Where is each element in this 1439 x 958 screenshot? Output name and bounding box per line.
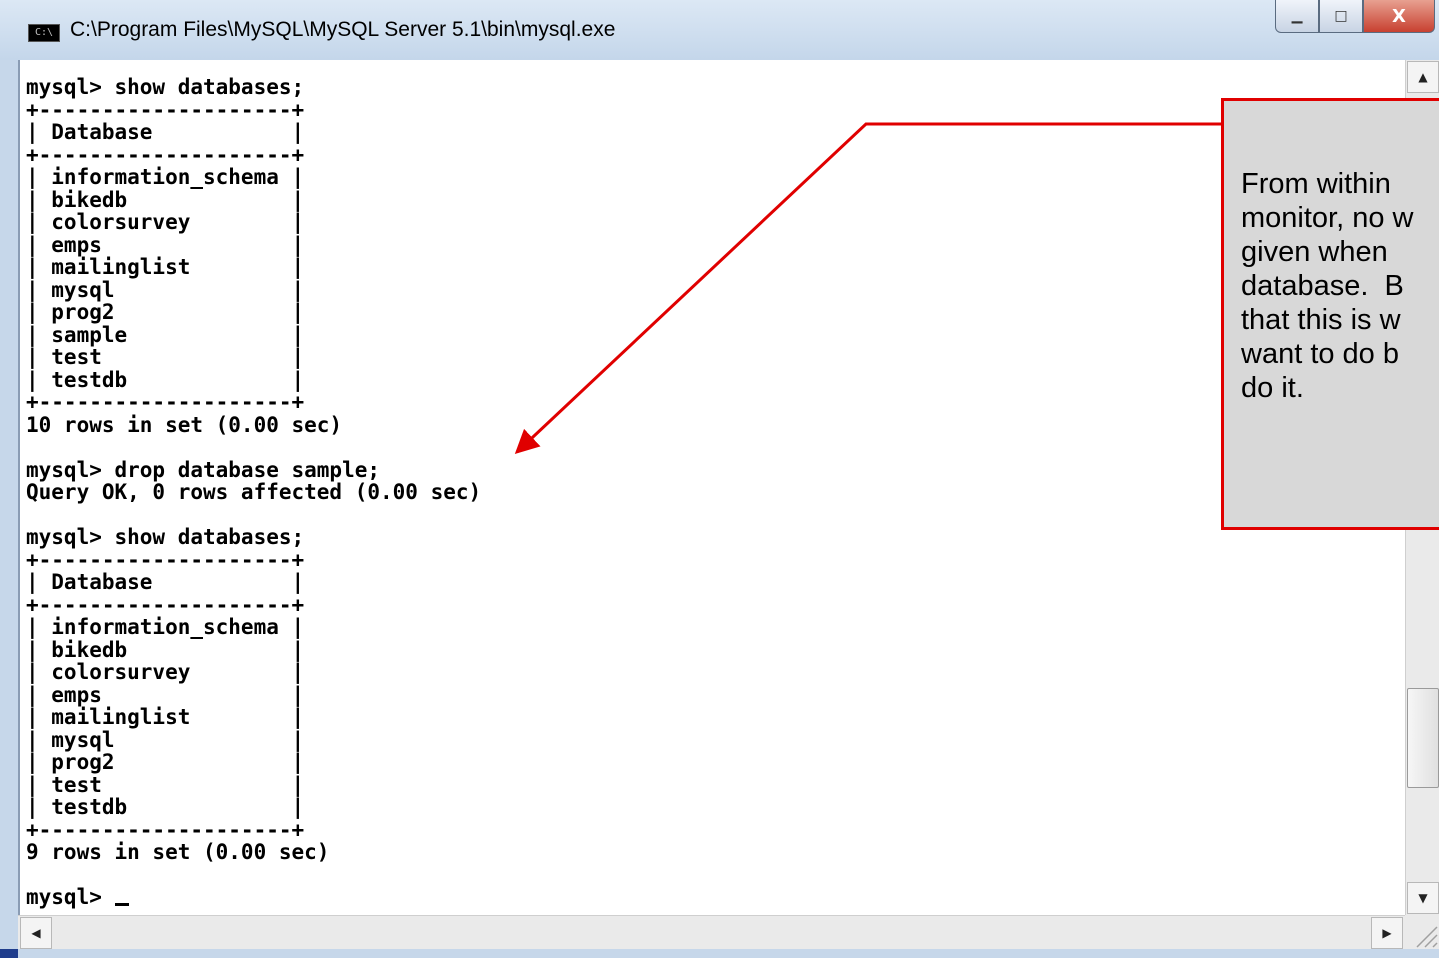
- callout-text: From within monitor, no w given when dat…: [1241, 168, 1414, 404]
- callout-arrow-line: [514, 122, 1221, 455]
- annotation-callout: From within monitor, no w given when dat…: [1221, 98, 1439, 530]
